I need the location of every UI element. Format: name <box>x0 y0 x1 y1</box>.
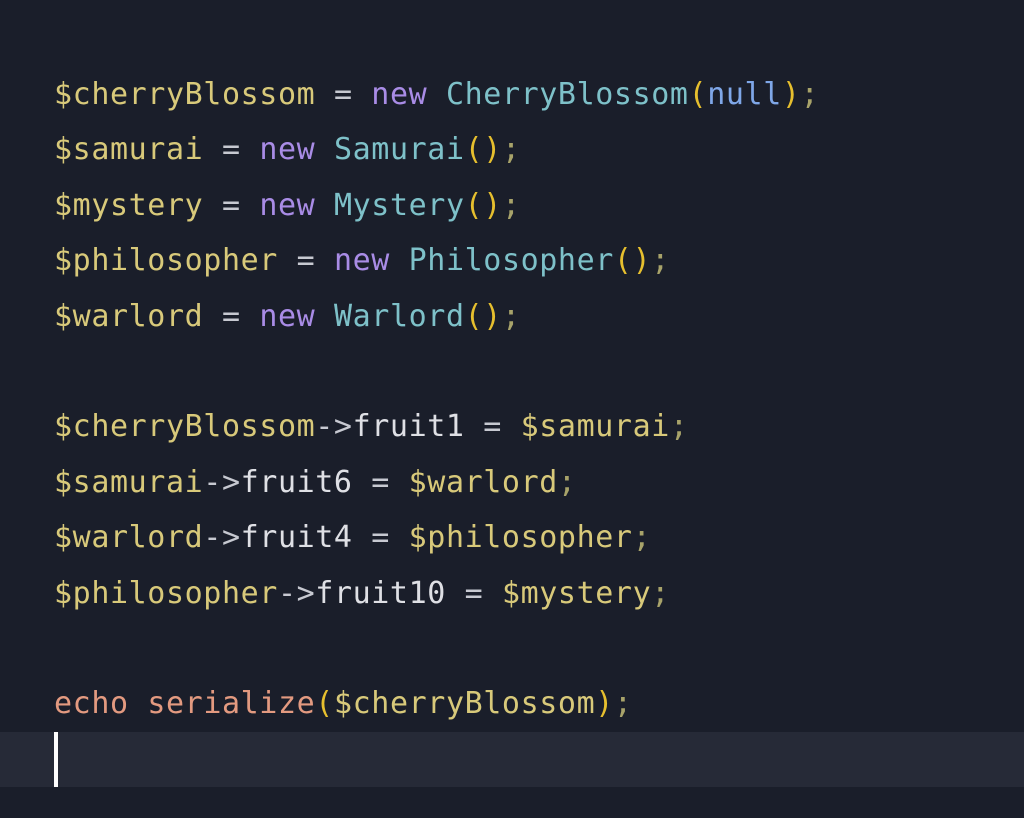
variable: $philosopher <box>54 575 278 611</box>
code-line-1: $cherryBlossom = new CherryBlossom(null)… <box>54 67 1024 122</box>
paren-open: ( <box>315 686 334 722</box>
paren-close: ) <box>781 77 801 112</box>
operator: = <box>464 575 484 611</box>
operator: = <box>483 409 502 445</box>
paren-open: ( <box>613 243 633 279</box>
paren-open: ( <box>464 187 484 223</box>
arrow-operator: -> <box>277 575 316 611</box>
class-name: Mystery <box>333 187 465 223</box>
variable: $samurai <box>520 409 670 445</box>
variable: $warlord <box>54 520 204 556</box>
paren-open: ( <box>464 298 484 334</box>
semicolon: ; <box>501 298 521 334</box>
semicolon: ; <box>669 409 689 445</box>
operator: = <box>221 132 241 168</box>
code-line-6-blank <box>54 344 1024 399</box>
paren-close: ) <box>483 298 502 334</box>
operator: = <box>371 464 390 500</box>
code-line-4: $philosopher = new Philosopher(); <box>54 233 1024 288</box>
code-line-5: $warlord = new Warlord(); <box>54 289 1024 344</box>
code-line-8: $samurai->fruit6 = $warlord; <box>54 455 1024 510</box>
text-cursor <box>54 731 58 788</box>
code-line-3: $mystery = new Mystery(); <box>54 178 1024 233</box>
paren-close: ) <box>483 187 502 223</box>
arrow-operator: -> <box>203 464 241 500</box>
code-line-9: $warlord->fruit4 = $philosopher; <box>54 510 1024 565</box>
paren-open: ( <box>688 77 708 112</box>
variable: $cherryBlossom <box>54 77 316 112</box>
operator: = <box>333 77 353 112</box>
paren-close: ) <box>483 132 502 168</box>
keyword: new <box>259 187 316 223</box>
echo-keyword: echo <box>54 686 129 722</box>
code-line-7: $cherryBlossom->fruit1 = $samurai; <box>54 399 1024 454</box>
class-name: Philosopher <box>408 243 614 279</box>
code-line-12: echo serialize($cherryBlossom); <box>54 676 1024 731</box>
function-name: serialize <box>147 686 316 722</box>
semicolon: ; <box>501 132 521 168</box>
code-line-11-blank <box>54 621 1024 676</box>
semicolon: ; <box>800 77 820 112</box>
semicolon: ; <box>632 520 652 556</box>
variable: $cherryBlossom <box>333 686 596 722</box>
operator: = <box>221 187 241 223</box>
class-name: Warlord <box>333 298 465 334</box>
variable: $mystery <box>54 187 204 223</box>
keyword: new <box>259 298 316 334</box>
class-name: Samurai <box>333 132 465 168</box>
semicolon: ; <box>501 187 521 223</box>
semicolon: ; <box>557 464 577 500</box>
variable: $samurai <box>54 464 204 500</box>
keyword: new <box>333 243 390 279</box>
paren-close: ) <box>632 243 652 279</box>
variable: $warlord <box>408 464 558 500</box>
class-name: CherryBlossom <box>445 77 689 112</box>
operator: = <box>296 243 316 279</box>
paren-open: ( <box>464 132 484 168</box>
arrow-operator: -> <box>315 409 353 445</box>
variable: $mystery <box>501 575 652 611</box>
code-area[interactable]: $cherryBlossom = new CherryBlossom(null)… <box>0 67 1024 788</box>
keyword: new <box>259 132 316 168</box>
property: fruit10 <box>315 575 446 611</box>
semicolon: ; <box>613 686 633 722</box>
current-line[interactable] <box>0 731 1024 788</box>
arrow-operator: -> <box>203 520 241 556</box>
variable: $cherryBlossom <box>54 409 316 445</box>
null-literal: null <box>707 77 782 112</box>
property: fruit1 <box>352 409 465 445</box>
variable: $samurai <box>54 132 204 168</box>
variable: $philosopher <box>408 520 633 556</box>
variable: $philosopher <box>54 243 278 279</box>
variable: $warlord <box>54 298 204 334</box>
property: fruit4 <box>240 520 353 556</box>
code-line-2: $samurai = new Samurai(); <box>54 122 1024 177</box>
code-editor[interactable]: $cherryBlossom = new CherryBlossom(null)… <box>0 0 1024 818</box>
paren-close: ) <box>595 686 614 722</box>
code-line-10: $philosopher->fruit10 = $mystery; <box>54 566 1024 621</box>
semicolon: ; <box>651 243 670 279</box>
operator: = <box>371 520 390 556</box>
operator: = <box>221 298 241 334</box>
keyword: new <box>371 77 428 112</box>
semicolon: ; <box>651 575 670 611</box>
property: fruit6 <box>240 464 353 500</box>
